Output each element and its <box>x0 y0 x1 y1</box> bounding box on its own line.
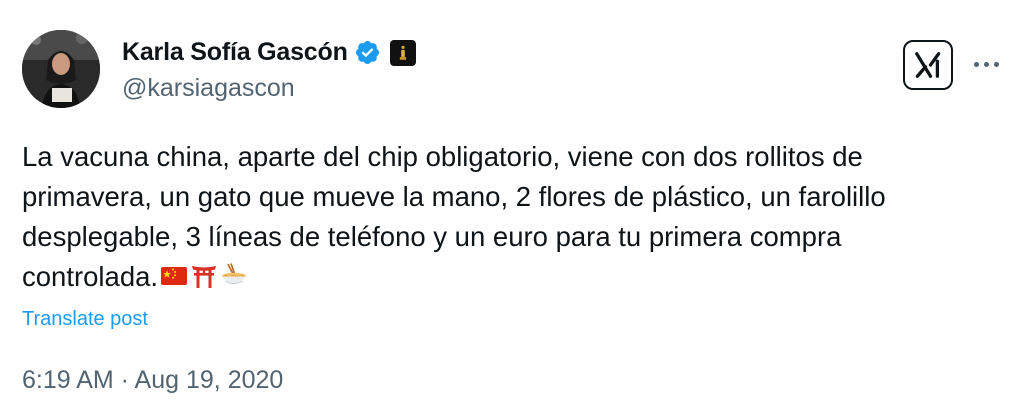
avatar-photo <box>22 30 100 108</box>
tweet-text-line: La vacuna china, aparte del chip obligat… <box>22 141 863 172</box>
x-logo-button[interactable] <box>903 40 953 90</box>
tweet-text-line: desplegable, 3 líneas de teléfono y un e… <box>22 221 842 252</box>
translate-post-link[interactable]: Translate post <box>22 308 148 331</box>
noodle-bowl-emoji <box>222 263 247 285</box>
affiliation-badge-icon[interactable] <box>389 39 416 66</box>
more-options-button[interactable] <box>968 49 1004 79</box>
tweet-text-line: primavera, un gato que mueve la mano, 2 … <box>22 181 886 212</box>
tweet-text: La vacuna china, aparte del chip obligat… <box>22 137 1002 297</box>
avatar[interactable] <box>22 30 100 108</box>
tweet-text-line: controlada. <box>22 261 159 292</box>
china-flag-emoji <box>161 267 188 285</box>
torii-gate-emoji <box>192 266 217 288</box>
more-options-icon <box>973 61 979 67</box>
x-logo-icon <box>915 52 941 78</box>
author-name-row: Karla Sofía Gascón <box>122 38 416 67</box>
tweet-text-last-line: controlada. <box>22 257 1002 297</box>
author-handle[interactable]: @karsiagascon <box>122 74 295 103</box>
post-timestamp[interactable]: 6:19 AM · Aug 19, 2020 <box>22 366 283 395</box>
verified-badge-icon[interactable] <box>354 39 381 66</box>
author-display-name[interactable]: Karla Sofía Gascón <box>122 38 348 67</box>
